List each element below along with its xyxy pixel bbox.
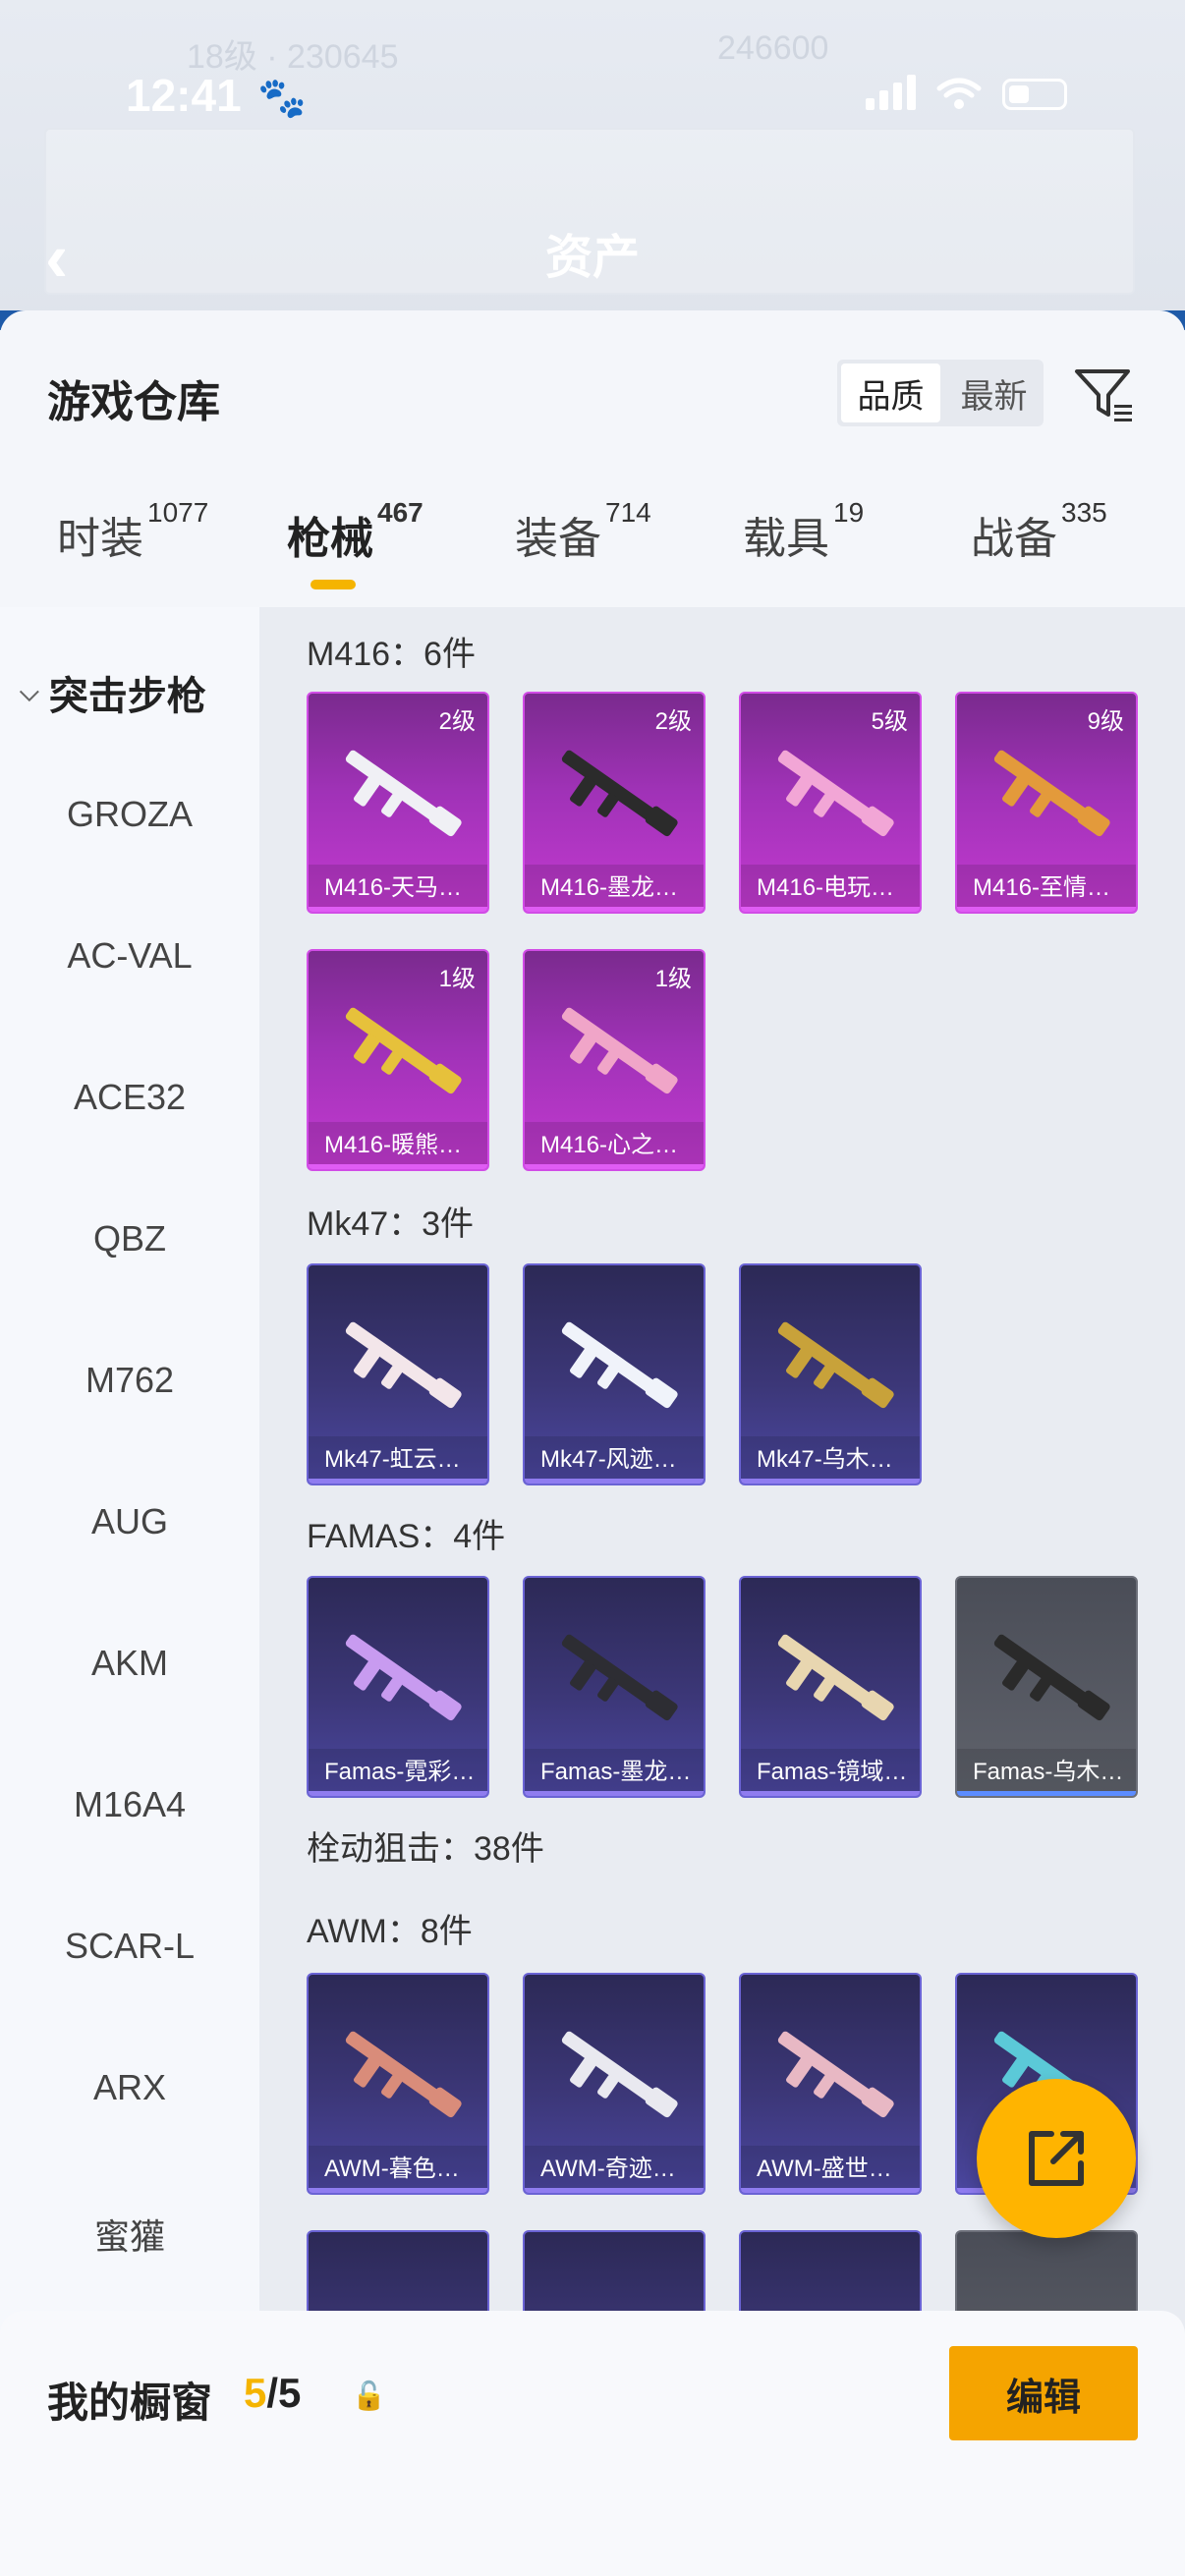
sidebar-item[interactable]: SCAR-L xyxy=(0,1926,259,1967)
category-tabs: 时装1077 枪械467 装备714 载具19 战备335 xyxy=(0,497,1185,591)
showcase-title: 我的橱窗 xyxy=(47,2380,213,2426)
weapon-card[interactable]: AWM-暮色… xyxy=(307,1973,489,2195)
tab-fashion[interactable]: 时装1077 xyxy=(57,497,208,566)
lock-icon: 🔓 xyxy=(352,2380,386,2411)
gun-icon xyxy=(345,1634,462,1721)
section-title-bolt-action: 栓动狙击：38件 xyxy=(307,1830,544,1868)
sort-quality-button[interactable]: 品质 xyxy=(841,364,940,422)
gun-icon xyxy=(345,750,462,837)
gun-icon xyxy=(561,1321,678,1409)
wifi-icon xyxy=(936,78,982,109)
weapon-card[interactable]: 2级 M416-墨龙… xyxy=(523,692,705,914)
status-time: 12:41 xyxy=(126,70,242,121)
filter-icon[interactable] xyxy=(1071,362,1136,426)
weapon-card[interactable]: Mk47-乌木… xyxy=(739,1263,922,1485)
weapon-card[interactable]: AWM-奇迹… xyxy=(523,1973,705,2195)
tab-gear[interactable]: 战备335 xyxy=(971,497,1107,566)
tab-equipment[interactable]: 装备714 xyxy=(515,497,651,566)
gun-icon xyxy=(345,1321,462,1409)
weapon-type-sidebar: ⌵ 突击步枪 GROZA AC-VAL ACE32 QBZ M762 AUG A… xyxy=(0,607,259,2484)
section-title-mk47: Mk47：3件 xyxy=(307,1205,475,1243)
sidebar-category-header[interactable]: ⌵ 突击步枪 xyxy=(20,664,206,721)
gun-icon xyxy=(777,1634,894,1721)
gun-icon xyxy=(561,1007,678,1094)
sidebar-item[interactable]: M762 xyxy=(0,1360,259,1401)
gun-icon xyxy=(345,2031,462,2118)
weapon-card[interactable]: Famas-霓彩… xyxy=(307,1576,489,1798)
edit-button[interactable]: 编辑 xyxy=(949,2346,1138,2440)
tab-vehicles[interactable]: 载具19 xyxy=(743,497,864,566)
gun-icon xyxy=(561,750,678,837)
weapon-card[interactable]: Famas-乌木… xyxy=(955,1576,1138,1798)
gun-icon xyxy=(777,2031,894,2118)
gun-icon xyxy=(561,1634,678,1721)
sheet-title: 游戏仓库 xyxy=(47,378,220,426)
status-bar: 12:41 🐾 xyxy=(0,59,1185,138)
sort-toggle: 品质 最新 xyxy=(837,360,1044,426)
share-button[interactable] xyxy=(977,2079,1136,2238)
weapon-card[interactable]: 5级 M416-电玩… xyxy=(739,692,922,914)
chevron-down-icon: ⌵ xyxy=(20,677,39,706)
weapon-card[interactable]: Famas-墨龙… xyxy=(523,1576,705,1798)
active-tab-indicator xyxy=(310,580,356,589)
showcase-bar: 我的橱窗 5/5 🔓 编辑 xyxy=(0,2311,1185,2576)
warehouse-sheet: 游戏仓库 品质 最新 时装1077 枪械467 装备714 载具19 战备335… xyxy=(0,310,1185,2576)
paw-icon: 🐾 xyxy=(257,77,307,120)
weapon-card[interactable]: Mk47-虹云… xyxy=(307,1263,489,1485)
sidebar-item[interactable]: AUG xyxy=(0,1501,259,1542)
weapon-card[interactable]: 1级 M416-暖熊… xyxy=(307,949,489,1171)
sidebar-item[interactable]: M16A4 xyxy=(0,1784,259,1825)
weapon-card[interactable]: Famas-镜域… xyxy=(739,1576,922,1798)
section-title-famas: FAMAS：4件 xyxy=(307,1518,506,1555)
page-title: 资产 xyxy=(545,232,641,284)
showcase-count: 5/5 xyxy=(244,2370,302,2416)
section-title-awm: AWM：8件 xyxy=(307,1913,473,1950)
weapon-card[interactable]: 2级 M416-天马… xyxy=(307,692,489,914)
signal-icon xyxy=(866,75,916,110)
gun-icon xyxy=(777,750,894,837)
gun-icon xyxy=(777,1321,894,1409)
sidebar-item[interactable]: QBZ xyxy=(0,1218,259,1260)
gun-icon xyxy=(561,2031,678,2118)
section-title-m416: M416：6件 xyxy=(307,636,476,673)
tab-guns[interactable]: 枪械467 xyxy=(287,497,423,566)
gun-icon xyxy=(993,750,1110,837)
sidebar-item[interactable]: GROZA xyxy=(0,794,259,835)
share-icon xyxy=(1029,2131,1084,2186)
gun-icon xyxy=(993,1634,1110,1721)
weapon-card[interactable]: Mk47-风迹… xyxy=(523,1263,705,1485)
sidebar-item[interactable]: ACE32 xyxy=(0,1077,259,1118)
sort-latest-button[interactable]: 最新 xyxy=(944,360,1044,426)
weapon-card[interactable]: 9级 M416-至情… xyxy=(955,692,1138,914)
back-arrow-icon[interactable]: ‹ xyxy=(45,218,68,297)
sidebar-item[interactable]: AC-VAL xyxy=(0,935,259,977)
sidebar-item[interactable]: AKM xyxy=(0,1643,259,1684)
battery-icon xyxy=(1002,79,1067,110)
sidebar-item[interactable]: ARX xyxy=(0,2067,259,2108)
sidebar-item[interactable]: 蜜獾 xyxy=(0,2209,259,2260)
weapon-card[interactable]: 1级 M416-心之… xyxy=(523,949,705,1171)
weapon-card[interactable]: AWM-盛世… xyxy=(739,1973,922,2195)
gun-icon xyxy=(345,1007,462,1094)
